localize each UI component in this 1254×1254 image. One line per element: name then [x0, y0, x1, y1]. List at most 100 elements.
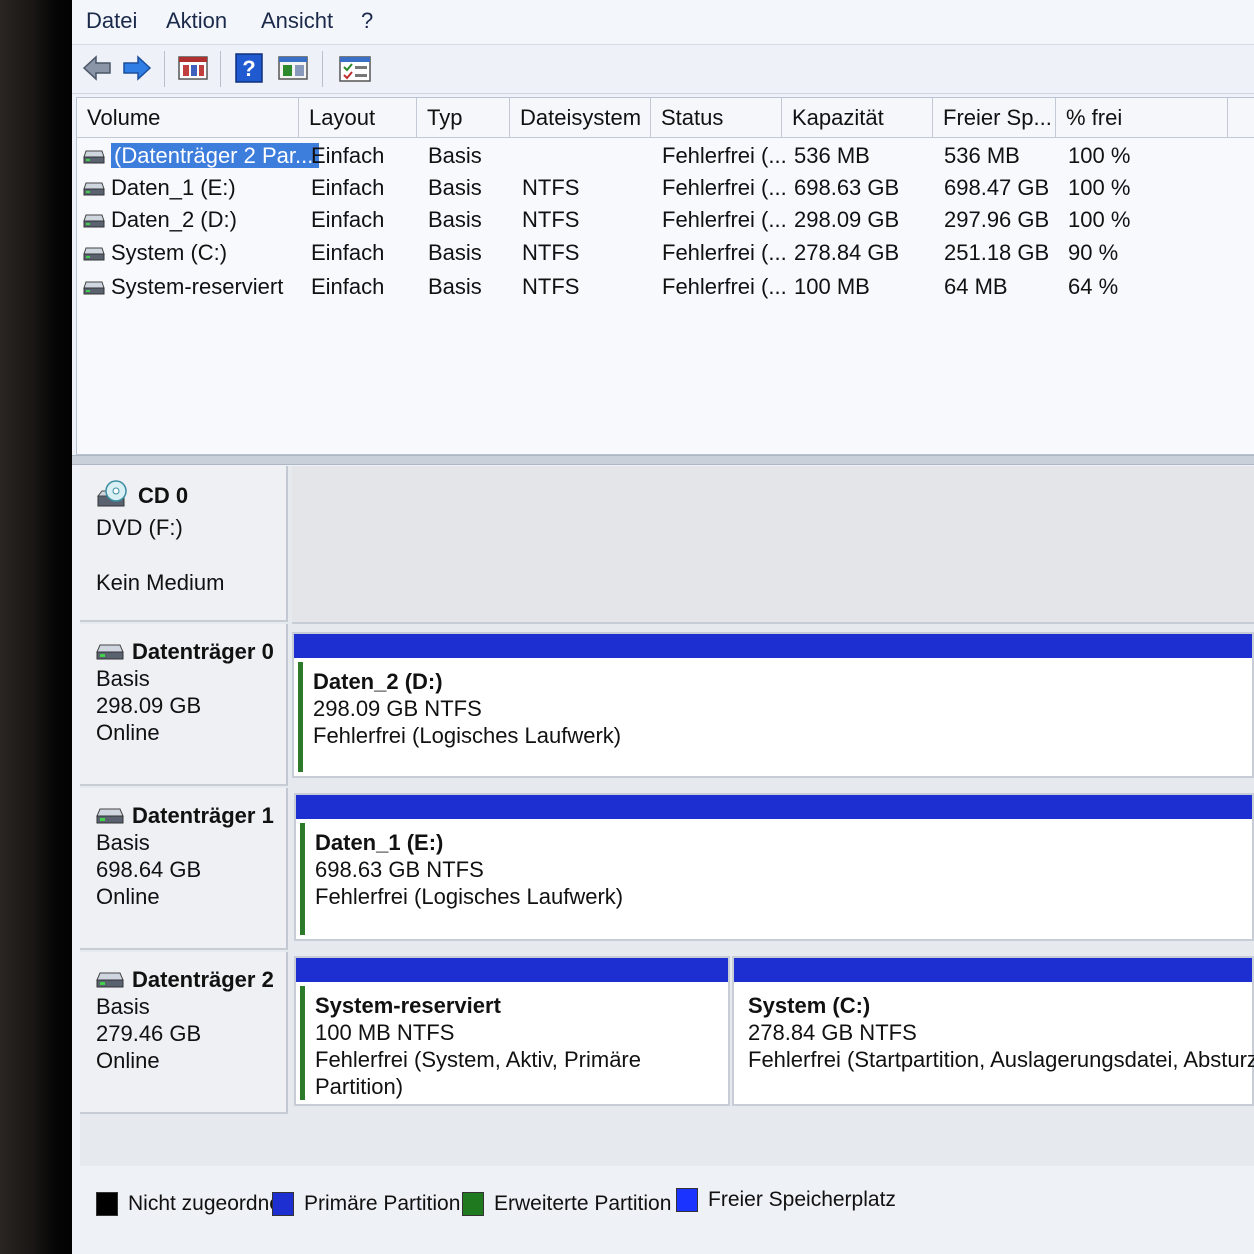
partition-system-c[interactable]: System (C:) 278.84 GB NTFS Fehlerfrei (S… [732, 956, 1254, 1106]
partition-size: 698.63 GB NTFS [315, 857, 484, 882]
typ-cell: Basis [428, 274, 482, 299]
legend-swatch-free-space [676, 1188, 698, 1212]
forward-button[interactable] [120, 51, 154, 85]
disk-title: Datenträger 2 [132, 967, 274, 992]
col-header-status[interactable]: Status [651, 98, 782, 138]
toolbar-separator [164, 51, 165, 87]
disk-type: Basis [96, 830, 150, 855]
capacity-cell: 536 MB [794, 143, 870, 168]
table-row[interactable]: System-reserviert Einfach Basis NTFS Feh… [77, 271, 1254, 303]
legend-label: Erweiterte Partition [494, 1192, 672, 1215]
status-cell: Fehlerfrei (... [662, 175, 787, 200]
disk-size: 279.46 GB [96, 1021, 202, 1046]
typ-cell: Basis [428, 240, 482, 265]
cd-drive-icon [96, 480, 127, 507]
menu-datei[interactable]: Datei [86, 8, 137, 34]
menu-ansicht[interactable]: Ansicht [261, 8, 333, 34]
legend-item: Freier Speicherplatz [676, 1188, 896, 1212]
col-header-layout[interactable]: Layout [299, 98, 417, 138]
drive-icon [83, 150, 105, 164]
status-cell: Fehlerfrei (... [662, 143, 787, 168]
disk-management-window: Datei Aktion Ansicht ? ? Volume Layout T [72, 0, 1254, 1254]
col-header-dateisystem[interactable]: Dateisystem [510, 98, 651, 138]
pane-splitter[interactable] [72, 455, 1254, 465]
free-cell: 64 MB [944, 274, 1008, 299]
toolbar-separator [220, 51, 221, 87]
monitor-bezel [0, 0, 80, 1254]
partition-status: Fehlerfrei (System, Aktiv, Primäre Parti… [315, 1047, 641, 1099]
partition-status: Fehlerfrei (Logisches Laufwerk) [315, 884, 624, 909]
layout-cell: Einfach [311, 274, 385, 299]
window-list-icon [178, 56, 208, 80]
cd-title: CD 0 [138, 482, 189, 508]
fs-cell: NTFS [522, 175, 580, 200]
layout-cell: Einfach [311, 143, 385, 168]
fs-cell: NTFS [522, 207, 580, 232]
table-row[interactable]: (Datenträger 2 Par... Einfach Basis Fehl… [77, 140, 1254, 172]
status-cell: Fehlerfrei (... [662, 207, 787, 232]
drive-icon [83, 281, 105, 295]
fs-cell: NTFS [522, 240, 580, 265]
percent-free-cell: 90 % [1068, 240, 1119, 265]
col-header-empty [1228, 98, 1254, 138]
help-button[interactable]: ? [232, 51, 266, 85]
legend-label: Freier Speicherplatz [708, 1188, 896, 1211]
disk-title: Datenträger 1 [132, 803, 274, 828]
disk-info-cd0[interactable]: CD 0 DVD (F:) Kein Medium [80, 466, 288, 622]
legend-swatch-extended [462, 1192, 484, 1216]
help-icon: ? [235, 53, 263, 83]
fs-cell: NTFS [522, 274, 580, 299]
partition-name: System-reserviert [315, 993, 501, 1018]
layout-cell: Einfach [311, 175, 385, 200]
col-header-kapazitaet[interactable]: Kapazität [782, 98, 933, 138]
table-row[interactable]: Daten_1 (E:) Einfach Basis NTFS Fehlerfr… [77, 172, 1254, 204]
disk-icon [96, 644, 124, 659]
percent-free-cell: 100 % [1068, 143, 1131, 168]
menu-aktion[interactable]: Aktion [166, 8, 227, 34]
arrow-left-icon [82, 55, 111, 81]
capacity-cell: 278.84 GB [794, 240, 900, 265]
free-cell: 536 MB [944, 143, 1020, 168]
typ-cell: Basis [428, 143, 482, 168]
properties-button[interactable] [176, 51, 210, 85]
partition-name: Daten_1 (E:) [315, 830, 444, 855]
col-header-typ[interactable]: Typ [417, 98, 510, 138]
disk-type: Basis [96, 666, 150, 691]
capacity-cell: 100 MB [794, 274, 870, 299]
cd-media-status: Kein Medium [96, 570, 225, 595]
disk-type: Basis [96, 994, 150, 1019]
view-button[interactable] [276, 51, 310, 85]
menu-help[interactable]: ? [361, 8, 373, 34]
disk-info-2[interactable]: Datenträger 2 Basis 279.46 GB Online [80, 952, 288, 1114]
partition-size: 100 MB NTFS [315, 1020, 455, 1045]
disk-icon [96, 808, 124, 823]
disk-info-1[interactable]: Datenträger 1 Basis 698.64 GB Online [80, 788, 288, 950]
cd-drive-label: DVD (F:) [96, 515, 183, 540]
layout-cell: Einfach [311, 240, 385, 265]
settings-button[interactable] [338, 51, 372, 85]
col-header-prozent-frei[interactable]: % frei [1056, 98, 1228, 138]
partition-header-band [734, 958, 1252, 982]
disk-info-0[interactable]: Datenträger 0 Basis 298.09 GB Online [80, 624, 288, 786]
partition-daten1[interactable]: Daten_1 (E:) 698.63 GB NTFS Fehlerfrei (… [294, 793, 1254, 941]
partition-system-reserviert[interactable]: System-reserviert 100 MB NTFS Fehlerfrei… [294, 956, 730, 1106]
back-button[interactable] [80, 51, 114, 85]
disk-title: Datenträger 0 [132, 639, 274, 664]
partition-daten2[interactable]: Daten_2 (D:) 298.09 GB NTFS Fehlerfrei (… [292, 632, 1254, 778]
percent-free-cell: 100 % [1068, 175, 1131, 200]
disk-graphical-view: CD 0 DVD (F:) Kein Medium Datenträger 0 … [80, 466, 1254, 1166]
table-row[interactable]: System (C:) Einfach Basis NTFS Fehlerfre… [77, 237, 1254, 269]
partition-size: 278.84 GB NTFS [748, 1020, 917, 1045]
volume-cell: (Datenträger 2 Par... [83, 140, 320, 172]
percent-free-cell: 100 % [1068, 207, 1131, 232]
col-header-freier-speicher[interactable]: Freier Sp... [933, 98, 1056, 138]
table-row[interactable]: Daten_2 (D:) Einfach Basis NTFS Fehlerfr… [77, 204, 1254, 236]
legend-label: Primäre Partition [304, 1192, 461, 1215]
checklist-icon [339, 56, 371, 82]
partition-status: Fehlerfrei (Logisches Laufwerk) [313, 723, 622, 748]
col-header-volume[interactable]: Volume [77, 98, 299, 138]
drive-icon [83, 182, 105, 196]
volume-cell: Daten_2 (D:) [83, 204, 237, 236]
typ-cell: Basis [428, 207, 482, 232]
drive-icon [83, 214, 105, 228]
